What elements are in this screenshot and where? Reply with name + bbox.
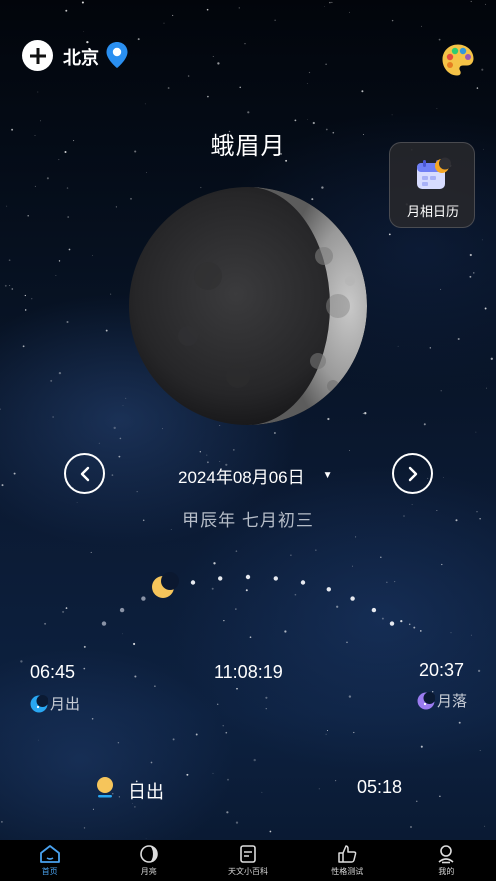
moon-path-dot: [326, 587, 331, 592]
tab-personality-test[interactable]: 性格测试: [298, 840, 397, 881]
sunrise-time: 05:18: [357, 777, 403, 797]
home-icon: [39, 845, 60, 863]
chevron-left-icon: [80, 466, 89, 481]
top-bar: 北京: [0, 0, 496, 110]
sunrise-label: 日出: [128, 782, 164, 802]
moonrise-time: 06:45: [30, 662, 76, 682]
current-moon-position-icon: [152, 572, 179, 598]
sunrise-icon: [97, 777, 113, 798]
bottom-tab-bar: 首页 月亮 天文小百科 性格测试 我的: [0, 840, 496, 881]
tab-profile[interactable]: 我的: [397, 840, 496, 881]
moonset-time: 20:37: [419, 660, 465, 680]
moon-path-dot: [190, 580, 196, 585]
caret-down-icon: ▼: [322, 470, 333, 481]
tab-encyclopedia[interactable]: 天文小百科: [198, 840, 297, 881]
palette-icon[interactable]: [441, 43, 475, 77]
thumbs-up-icon: [338, 845, 357, 863]
encyclopedia-icon: [240, 845, 256, 863]
moon-path-dot: [245, 574, 251, 580]
tab-home[interactable]: 首页: [0, 840, 99, 881]
moon-calendar-label: 月相日历: [406, 204, 459, 219]
moon-transit-time: 11:08:19: [214, 662, 283, 682]
add-city-button[interactable]: [22, 40, 53, 71]
moon-phase-image: [129, 187, 367, 425]
date-picker[interactable]: 2024年08月06日 ▼: [178, 463, 333, 488]
moon-phase-icon: [139, 845, 158, 863]
moon-path-dots: [101, 574, 395, 626]
calendar-moon-icon: [417, 157, 451, 189]
location-pin-icon[interactable]: [105, 41, 129, 69]
plus-icon: [29, 47, 46, 64]
next-day-button[interactable]: [392, 453, 433, 494]
moon-path-dot: [218, 576, 223, 581]
moon-calendar-button[interactable]: 月相日历: [389, 142, 475, 228]
tab-moon[interactable]: 月亮: [99, 840, 198, 881]
moonset-label: 月落: [417, 690, 467, 711]
moon-path-dot: [141, 596, 146, 601]
moonrise-label: 月出: [30, 693, 80, 714]
previous-day-button[interactable]: [64, 453, 105, 494]
chevron-right-icon: [408, 466, 417, 481]
moonset-icon: [417, 691, 435, 709]
moonrise-icon: [30, 694, 48, 712]
moon-path-dot: [300, 580, 306, 585]
moon-path-dot: [119, 607, 125, 613]
profile-icon: [438, 845, 454, 864]
lunar-date: 甲辰年 七月初三: [182, 511, 314, 530]
moon-path-dot: [389, 621, 395, 626]
moon-path-dot: [101, 621, 107, 626]
moon-path-arc: [101, 572, 395, 626]
city-name[interactable]: 北京: [63, 44, 99, 70]
moon-path-dot: [350, 596, 355, 601]
moon-path-dot: [273, 576, 278, 581]
moon-path-dot: [371, 607, 377, 613]
selected-date: 2024年08月06日: [178, 468, 305, 487]
